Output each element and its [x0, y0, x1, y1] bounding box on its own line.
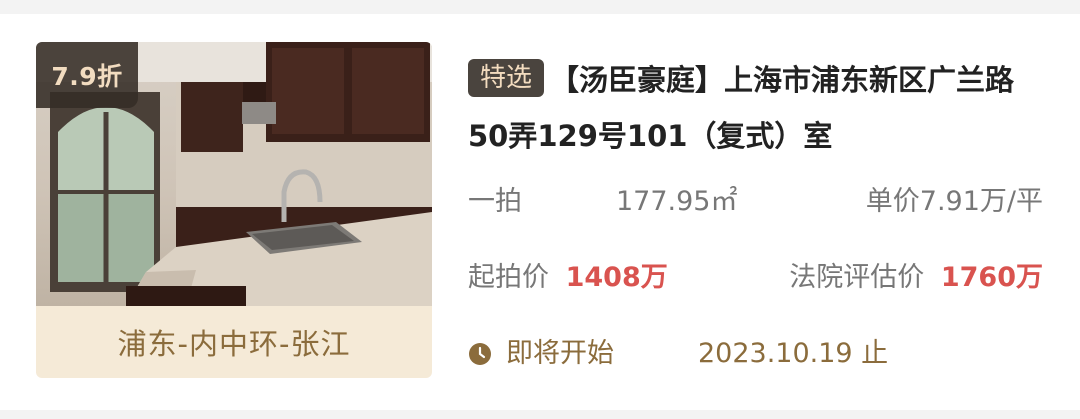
listing-info: 特选 【汤臣豪庭】上海市浦东新区广兰路50弄129号101（复式）室	[468, 52, 1048, 164]
valuation-label: 法院评估价	[789, 262, 925, 293]
listing-thumbnail[interactable]: 7.9折 浦东-内中环-张江	[36, 42, 432, 378]
listing-title[interactable]: 特选 【汤臣豪庭】上海市浦东新区广兰路50弄129号101（复式）室	[468, 52, 1043, 164]
listing-photo: 7.9折	[36, 42, 432, 306]
clock-icon	[469, 343, 491, 365]
listing-specs-row: 一拍 177.95㎡ 单价7.91万/平	[468, 182, 1043, 222]
start-price-label: 起拍价	[468, 262, 549, 293]
area-value: 177.95㎡	[616, 186, 738, 217]
status-text: 即将开始	[506, 338, 614, 369]
listing-title-text: 【汤臣豪庭】上海市浦东新区广兰路50弄129号101（复式）室	[468, 63, 1015, 153]
featured-tag: 特选	[468, 59, 545, 97]
location-label: 浦东-内中环-张江	[36, 306, 432, 378]
unit-price: 单价7.91万/平	[865, 186, 1043, 217]
valuation-value: 1760万	[940, 262, 1043, 293]
listing-card[interactable]: 7.9折 浦东-内中环-张江 特选 【汤臣豪庭】上海市浦东新区广兰路50弄129号…	[0, 14, 1080, 410]
auction-round: 一拍	[468, 186, 522, 217]
end-date: 2023.10.19 止	[698, 338, 889, 369]
discount-badge: 7.9折	[36, 42, 138, 108]
listing-price-row: 起拍价 1408万 法院评估价 1760万	[468, 258, 1043, 298]
listing-status-row: 即将开始 2023.10.19 止	[468, 334, 1043, 374]
start-price-value: 1408万	[565, 262, 668, 293]
